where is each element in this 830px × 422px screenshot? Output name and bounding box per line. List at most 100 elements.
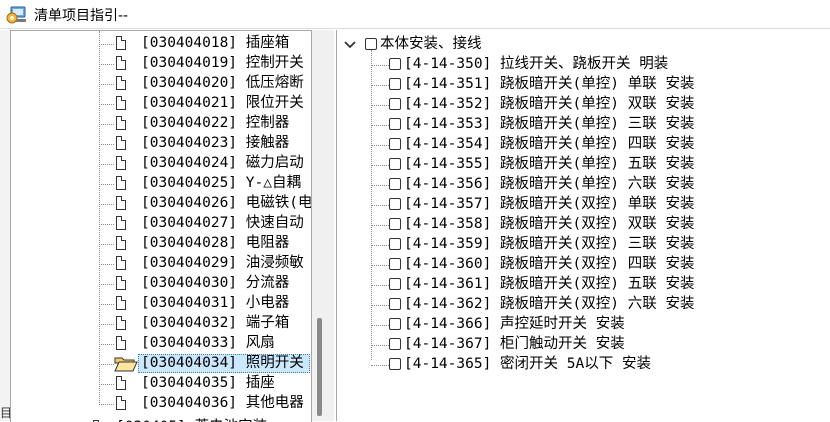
quota-item[interactable]: [4-14-354] 跷板暗开关(单控) 四联 安装 xyxy=(371,135,811,154)
tree-branch-line xyxy=(99,244,114,245)
tree-branch-line xyxy=(99,344,114,345)
quota-item-label: [4-14-357] 跷板暗开关(双控) 单联 安装 xyxy=(404,196,695,212)
quota-item-checkbox[interactable] xyxy=(389,118,401,130)
title-bar: 清单项目指引-- xyxy=(0,0,830,29)
tree-item[interactable]: [030404033] 风扇 xyxy=(11,334,311,353)
quota-item[interactable]: [4-14-355] 跷板暗开关(单控) 五联 安装 xyxy=(371,155,811,174)
tree-branch-line xyxy=(371,265,389,266)
quota-item-checkbox[interactable] xyxy=(389,178,401,190)
quota-item[interactable]: [4-14-358] 跷板暗开关(双控) 双联 安装 xyxy=(371,215,811,234)
chevron-down-icon[interactable] xyxy=(343,38,357,52)
tree-item-label: [030404030] 分流器 xyxy=(141,275,290,291)
quota-item[interactable]: [4-14-360] 跷板暗开关(双控) 四联 安装 xyxy=(371,255,811,274)
quota-item-checkbox[interactable] xyxy=(389,58,401,70)
quota-item[interactable]: [4-14-357] 跷板暗开关(双控) 单联 安装 xyxy=(371,195,811,214)
quota-item-checkbox[interactable] xyxy=(389,338,401,350)
quota-item[interactable]: [4-14-351] 跷板暗开关(单控) 单联 安装 xyxy=(371,75,811,94)
tree-item[interactable]: [030404022] 控制器 xyxy=(11,114,311,133)
quota-item[interactable]: [4-14-359] 跷板暗开关(双控) 三联 安装 xyxy=(371,235,811,254)
tree-branch-line xyxy=(99,44,114,45)
tree-branch-line xyxy=(371,325,389,326)
tree-branch-line xyxy=(371,365,389,366)
tree-branch-line xyxy=(99,264,114,265)
quota-item-checkbox[interactable] xyxy=(389,238,401,250)
quota-item-checkbox[interactable] xyxy=(389,198,401,210)
tree-item[interactable]: [030404023] 接触器 xyxy=(11,134,311,153)
tree-item[interactable]: [030405] 蓄电池安装 xyxy=(11,418,311,422)
tree-item[interactable]: [030404026] 电磁铁(电 xyxy=(11,194,311,213)
tree-item[interactable]: [030404021] 限位开关 xyxy=(11,94,311,113)
quota-item[interactable]: [4-14-361] 跷板暗开关(双控) 五联 安装 xyxy=(371,275,811,294)
quota-item-label: [4-14-353] 跷板暗开关(单控) 三联 安装 xyxy=(404,116,695,132)
quota-item[interactable]: [4-14-362] 跷板暗开关(双控) 六联 安装 xyxy=(371,295,811,314)
tree-item[interactable]: [030404018] 插座箱 xyxy=(11,34,311,53)
tree-branch-line xyxy=(99,204,114,205)
tree-item[interactable]: [030404020] 低压熔断 xyxy=(11,74,311,93)
quota-item-checkbox[interactable] xyxy=(389,138,401,150)
quota-item[interactable]: [4-14-367] 柜门触动开关 安装 xyxy=(371,335,811,354)
quota-item-checkbox[interactable] xyxy=(389,78,401,90)
window-title: 清单项目指引-- xyxy=(34,8,129,24)
tree-branch-line xyxy=(99,384,114,385)
quota-item-label: [4-14-354] 跷板暗开关(单控) 四联 安装 xyxy=(404,136,695,152)
root-checkbox[interactable] xyxy=(365,38,377,50)
quota-item[interactable]: [4-14-356] 跷板暗开关(单控) 六联 安装 xyxy=(371,175,811,194)
tree-root-node[interactable]: 本体安装、接线 xyxy=(365,35,665,54)
quota-item-label: [4-14-365] 密闭开关 5A以下 安装 xyxy=(404,356,651,372)
document-icon xyxy=(116,216,126,230)
quota-item[interactable]: [4-14-352] 跷板暗开关(单控) 双联 安装 xyxy=(371,95,811,114)
tree-item[interactable]: [030404019] 控制开关 xyxy=(11,54,311,73)
document-icon xyxy=(116,36,126,50)
quota-item[interactable]: [4-14-366] 声控延时开关 安装 xyxy=(371,315,811,334)
tree-item[interactable]: [030404036] 其他电器 xyxy=(11,394,311,413)
tree-item[interactable]: [030404029] 油浸频敏 xyxy=(11,254,311,273)
tree-branch-line xyxy=(371,245,389,246)
tree-branch-line xyxy=(99,224,114,225)
tree-branch-line xyxy=(371,65,389,66)
tree-branch-line xyxy=(371,345,389,346)
tree-branch-line xyxy=(99,124,114,125)
quota-item-checkbox[interactable] xyxy=(389,218,401,230)
quota-item-label: [4-14-367] 柜门触动开关 安装 xyxy=(404,336,625,352)
tree-item[interactable]: [030404035] 插座 xyxy=(11,374,311,393)
left-tree-view[interactable]: [030404018] 插座箱 [030404019] 控制开关 [03040402… xyxy=(10,30,312,422)
scrollbar-thumb[interactable] xyxy=(317,318,322,416)
tree-item[interactable]: [030404031] 小电器 xyxy=(11,294,311,313)
document-icon xyxy=(116,316,126,330)
left-tree-scrollbar[interactable] xyxy=(312,30,334,421)
right-tree-view[interactable]: 本体安装、接线 [4-14-350] 拉线开关、跷板开关 明装 [4-14-351… xyxy=(336,30,830,421)
tree-item-label: [030404024] 磁力启动 xyxy=(141,155,304,171)
quota-item-checkbox[interactable] xyxy=(389,98,401,110)
quota-item-checkbox[interactable] xyxy=(389,318,401,330)
quota-item-checkbox[interactable] xyxy=(389,278,401,290)
document-icon xyxy=(116,156,126,170)
quota-item-checkbox[interactable] xyxy=(389,158,401,170)
document-icon xyxy=(116,76,126,90)
quota-item-label: [4-14-361] 跷板暗开关(双控) 五联 安装 xyxy=(404,276,695,292)
quota-item-checkbox[interactable] xyxy=(389,258,401,270)
tree-item-label: [030404028] 电阻器 xyxy=(141,235,290,251)
tree-item[interactable]: [030404024] 磁力启动 xyxy=(11,154,311,173)
quota-item-checkbox[interactable] xyxy=(389,358,401,370)
tree-item-label: [030404020] 低压熔断 xyxy=(141,75,304,91)
tree-item[interactable]: [030404025] Y-△自耦 xyxy=(11,174,311,193)
tree-item-label: [030404022] 控制器 xyxy=(141,115,290,131)
quota-item-label: [4-14-359] 跷板暗开关(双控) 三联 安装 xyxy=(404,236,695,252)
tree-item[interactable]: [030404030] 分流器 xyxy=(11,274,311,293)
open-folder-icon xyxy=(114,357,138,372)
tree-item[interactable]: [030404027] 快速自动 xyxy=(11,214,311,233)
tree-item-selected[interactable]: [030404034] 照明开关 xyxy=(11,354,311,373)
tree-item-label: [030404025] Y-△自耦 xyxy=(141,175,301,191)
tree-item[interactable]: [030404028] 电阻器 xyxy=(11,234,311,253)
tree-branch-line xyxy=(99,64,114,65)
quota-item[interactable]: [4-14-350] 拉线开关、跷板开关 明装 xyxy=(371,55,811,74)
document-icon xyxy=(116,396,126,410)
tree-item[interactable]: [030404032] 端子箱 xyxy=(11,314,311,333)
quota-item-checkbox[interactable] xyxy=(389,298,401,310)
quota-item[interactable]: [4-14-365] 密闭开关 5A以下 安装 xyxy=(371,355,811,374)
document-icon xyxy=(116,336,126,350)
tree-item-label: [030404018] 插座箱 xyxy=(141,35,290,51)
quota-item-label: [4-14-360] 跷板暗开关(双控) 四联 安装 xyxy=(404,256,695,272)
quota-item[interactable]: [4-14-353] 跷板暗开关(单控) 三联 安装 xyxy=(371,115,811,134)
tree-branch-line xyxy=(99,324,114,325)
